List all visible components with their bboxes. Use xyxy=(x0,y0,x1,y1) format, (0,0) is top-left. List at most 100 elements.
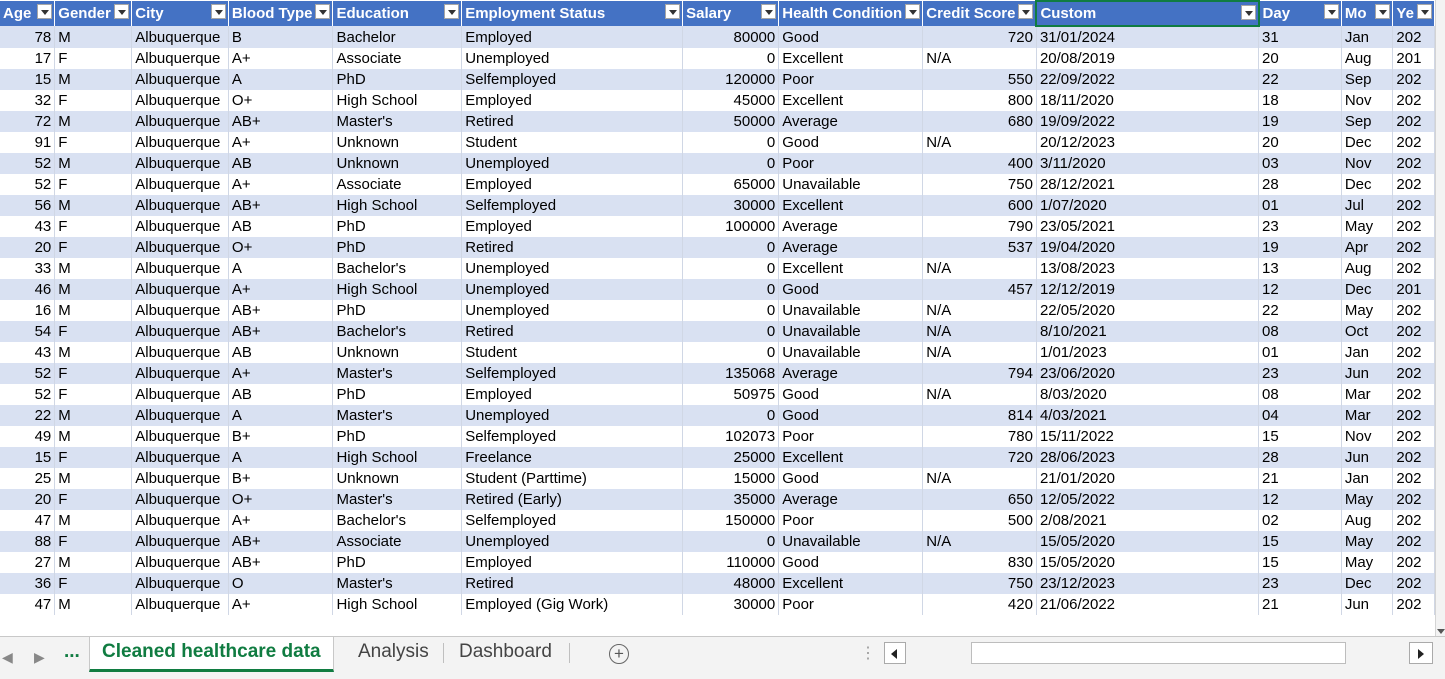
column-header-year[interactable]: Ye xyxy=(1392,1,1435,26)
cell-city[interactable]: Albuquerque xyxy=(131,510,229,531)
cell-mon[interactable]: Nov xyxy=(1341,90,1394,111)
cell-city[interactable]: Albuquerque xyxy=(131,90,229,111)
filter-dropdown-icon[interactable] xyxy=(1417,4,1432,19)
cell-custom[interactable]: 22/09/2022 xyxy=(1036,69,1260,90)
cell-age[interactable]: 16 xyxy=(0,300,56,321)
cell-city[interactable]: Albuquerque xyxy=(131,447,229,468)
cell-emp[interactable]: Retired (Early) xyxy=(461,489,684,510)
cell-custom[interactable]: 15/05/2020 xyxy=(1036,531,1260,552)
cell-gender[interactable]: F xyxy=(54,489,133,510)
cell-salary[interactable]: 0 xyxy=(682,153,780,174)
cell-emp[interactable]: Retired xyxy=(461,573,684,594)
cell-day[interactable]: 23 xyxy=(1258,363,1342,384)
cell-city[interactable]: Albuquerque xyxy=(131,342,229,363)
cell-salary[interactable]: 0 xyxy=(682,237,780,258)
cell-credit[interactable]: 750 xyxy=(922,174,1037,195)
cell-emp[interactable]: Student xyxy=(461,132,684,153)
cell-custom[interactable]: 23/06/2020 xyxy=(1036,363,1260,384)
cell-blood[interactable]: A+ xyxy=(228,594,334,615)
column-header-gender[interactable]: Gender xyxy=(54,1,133,26)
column-header-edu[interactable]: Education xyxy=(332,1,463,26)
vertical-scrollbar[interactable] xyxy=(1435,0,1445,636)
cell-credit[interactable]: N/A xyxy=(922,48,1037,69)
column-header-health[interactable]: Health Condition xyxy=(778,1,924,26)
cell-credit[interactable]: N/A xyxy=(922,132,1037,153)
cell-mon[interactable]: Apr xyxy=(1341,237,1394,258)
cell-age[interactable]: 78 xyxy=(0,26,56,48)
cell-city[interactable]: Albuquerque xyxy=(131,132,229,153)
cell-emp[interactable]: Selfemployed xyxy=(461,510,684,531)
cell-age[interactable]: 46 xyxy=(0,279,56,300)
cell-mon[interactable]: Sep xyxy=(1341,111,1394,132)
cell-edu[interactable]: PhD xyxy=(332,552,463,573)
filter-dropdown-icon[interactable] xyxy=(444,4,460,19)
cell-day[interactable]: 01 xyxy=(1258,342,1342,363)
column-header-city[interactable]: City xyxy=(131,1,229,26)
cell-mon[interactable]: Dec xyxy=(1341,279,1394,300)
cell-custom[interactable]: 23/05/2021 xyxy=(1036,216,1260,237)
cell-city[interactable]: Albuquerque xyxy=(131,384,229,405)
cell-edu[interactable]: Associate xyxy=(332,48,463,69)
cell-city[interactable]: Albuquerque xyxy=(131,468,229,489)
cell-age[interactable]: 22 xyxy=(0,405,56,426)
cell-age[interactable]: 56 xyxy=(0,195,56,216)
cell-city[interactable]: Albuquerque xyxy=(131,363,229,384)
scroll-down-arrow-icon[interactable] xyxy=(1437,629,1445,634)
cell-year[interactable]: 202 xyxy=(1392,26,1435,48)
cell-age[interactable]: 54 xyxy=(0,321,56,342)
cell-credit[interactable]: 794 xyxy=(922,363,1037,384)
cell-health[interactable]: Unavailable xyxy=(778,342,924,363)
cell-gender[interactable]: F xyxy=(54,237,133,258)
cell-city[interactable]: Albuquerque xyxy=(131,426,229,447)
cell-city[interactable]: Albuquerque xyxy=(131,405,229,426)
cell-gender[interactable]: F xyxy=(54,321,133,342)
cell-edu[interactable]: Unknown xyxy=(332,468,463,489)
cell-age[interactable]: 47 xyxy=(0,510,56,531)
cell-day[interactable]: 03 xyxy=(1258,153,1342,174)
cell-health[interactable]: Excellent xyxy=(778,573,924,594)
cell-custom[interactable]: 2/08/2021 xyxy=(1036,510,1260,531)
cell-blood[interactable]: A+ xyxy=(228,48,334,69)
cell-age[interactable]: 88 xyxy=(0,531,56,552)
cell-year[interactable]: 202 xyxy=(1392,258,1435,279)
cell-health[interactable]: Poor xyxy=(778,69,924,90)
cell-emp[interactable]: Selfemployed xyxy=(461,363,684,384)
cell-salary[interactable]: 65000 xyxy=(682,174,780,195)
cell-credit[interactable]: N/A xyxy=(922,258,1037,279)
cell-custom[interactable]: 15/05/2020 xyxy=(1036,552,1260,573)
cell-edu[interactable]: Associate xyxy=(332,531,463,552)
cell-gender[interactable]: M xyxy=(54,426,133,447)
cell-salary[interactable]: 0 xyxy=(682,258,780,279)
cell-day[interactable]: 12 xyxy=(1258,279,1342,300)
filter-dropdown-icon[interactable] xyxy=(315,4,331,19)
cell-year[interactable]: 202 xyxy=(1392,111,1435,132)
cell-health[interactable]: Poor xyxy=(778,153,924,174)
cell-blood[interactable]: A xyxy=(228,405,334,426)
cell-age[interactable]: 52 xyxy=(0,384,56,405)
cell-edu[interactable]: PhD xyxy=(332,237,463,258)
cell-custom[interactable]: 19/04/2020 xyxy=(1036,237,1260,258)
cell-city[interactable]: Albuquerque xyxy=(131,321,229,342)
cell-salary[interactable]: 0 xyxy=(682,321,780,342)
cell-health[interactable]: Average xyxy=(778,363,924,384)
cell-health[interactable]: Poor xyxy=(778,594,924,615)
cell-salary[interactable]: 0 xyxy=(682,279,780,300)
cell-gender[interactable]: M xyxy=(54,195,133,216)
cell-emp[interactable]: Employed xyxy=(461,552,684,573)
cell-day[interactable]: 20 xyxy=(1258,48,1342,69)
cell-edu[interactable]: PhD xyxy=(332,216,463,237)
cell-age[interactable]: 72 xyxy=(0,111,56,132)
cell-credit[interactable]: 600 xyxy=(922,195,1037,216)
cell-salary[interactable]: 0 xyxy=(682,405,780,426)
cell-health[interactable]: Good xyxy=(778,384,924,405)
cell-day[interactable]: 28 xyxy=(1258,174,1342,195)
cell-salary[interactable]: 30000 xyxy=(682,594,780,615)
cell-custom[interactable]: 1/01/2023 xyxy=(1036,342,1260,363)
cell-edu[interactable]: Bachelor's xyxy=(332,321,463,342)
cell-salary[interactable]: 35000 xyxy=(682,489,780,510)
cell-custom[interactable]: 21/01/2020 xyxy=(1036,468,1260,489)
cell-city[interactable]: Albuquerque xyxy=(131,69,229,90)
cell-age[interactable]: 43 xyxy=(0,216,56,237)
filter-dropdown-icon[interactable] xyxy=(1323,4,1339,19)
cell-blood[interactable]: AB+ xyxy=(228,300,334,321)
